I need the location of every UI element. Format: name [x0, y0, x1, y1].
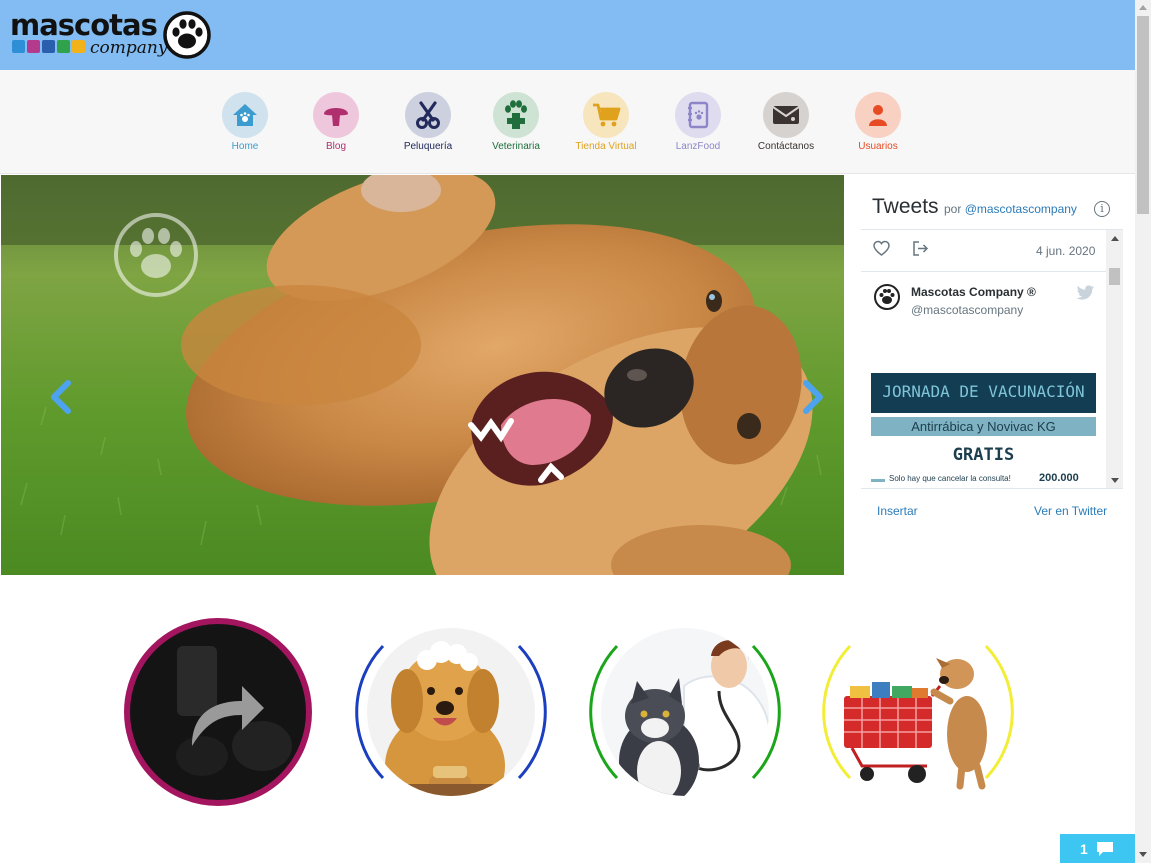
- nav-label: Usuarios: [858, 141, 898, 152]
- carousel-prev-arrow[interactable]: [49, 380, 73, 414]
- main-nav: Home Blog Peluquería Veterinaria Tienda …: [0, 70, 1135, 174]
- scroll-down-arrow[interactable]: [1111, 478, 1119, 483]
- grooming-tile: [355, 628, 547, 796]
- timeline-by-prefix: por: [944, 202, 962, 216]
- nav-label: Contáctanos: [757, 141, 815, 152]
- share-icon[interactable]: [912, 240, 929, 257]
- logo[interactable]: mascotas company: [10, 8, 215, 64]
- embed-link[interactable]: Insertar: [877, 504, 918, 518]
- media-free: GRATIS: [952, 445, 1015, 465]
- carousel-next-arrow[interactable]: [801, 380, 825, 414]
- timeline-handle-link[interactable]: @mascotascompany: [965, 202, 1077, 216]
- twitter-bird-icon[interactable]: [1077, 285, 1095, 300]
- twitter-timeline: Tweets por @mascotascompany i 4 jun. 202…: [861, 185, 1123, 525]
- tweet-media-image[interactable]: JORNADA DE VACUNACIÓN Antirrábica y Novi…: [871, 373, 1096, 488]
- nav-label: Blog: [325, 141, 346, 152]
- logo-pet-tiles: [12, 40, 85, 53]
- hero-carousel[interactable]: [1, 175, 844, 575]
- dog-photo: [1, 175, 844, 575]
- media-sub: Antirrábica y Novivac KG: [911, 419, 1056, 434]
- notebook-icon: [675, 92, 721, 138]
- chat-bubble-icon: [1096, 841, 1113, 856]
- scroll-down-arrow[interactable]: [1139, 852, 1147, 857]
- envelope-icon: [763, 92, 809, 138]
- user-icon: [855, 92, 901, 138]
- shop-tile: [822, 628, 1014, 796]
- nav-item-blog[interactable]: Blog: [296, 92, 376, 152]
- nav-label: Peluquería: [403, 141, 453, 152]
- timeline-author: por @mascotascompany: [944, 202, 1077, 216]
- nav-item-veterinaria[interactable]: Veterinaria: [476, 92, 556, 152]
- paw-logo-icon: [163, 11, 211, 59]
- media-price: 200.000: [1039, 472, 1079, 484]
- nav-label: Home: [231, 141, 259, 152]
- nav-label: LanzFood: [675, 141, 721, 152]
- top-bar: mascotas company: [0, 0, 1135, 70]
- house-paw-icon: [222, 92, 268, 138]
- chat-button[interactable]: 1: [1060, 834, 1135, 863]
- vet-tile: [589, 628, 781, 796]
- heart-icon[interactable]: [873, 240, 890, 257]
- service-circle-shop[interactable]: [822, 616, 1014, 808]
- chat-count: 1: [1080, 840, 1088, 857]
- nav-item-lanzfood[interactable]: LanzFood: [658, 92, 738, 152]
- tweet-list[interactable]: 4 jun. 2020 Mascotas Company ® @mascotas…: [861, 229, 1123, 489]
- timeline-title: Tweets: [872, 195, 939, 218]
- avatar[interactable]: [874, 284, 900, 310]
- paw-cross-icon: [493, 92, 539, 138]
- logo-word: mascotas: [10, 8, 158, 42]
- tweet-author-name[interactable]: Mascotas Company ®: [911, 285, 1036, 299]
- nav-item-usuarios[interactable]: Usuarios: [838, 92, 918, 152]
- tweet-list-scrollbar[interactable]: [1106, 230, 1123, 488]
- nav-item-home[interactable]: Home: [205, 92, 285, 152]
- tweet-date[interactable]: 4 jun. 2020: [1036, 244, 1095, 258]
- nav-item-contactanos[interactable]: Contáctanos: [746, 92, 826, 152]
- page: mascotas company Home Blog Peluquería Ve…: [0, 0, 1151, 863]
- scroll-thumb[interactable]: [1109, 268, 1120, 285]
- scroll-thumb[interactable]: [1137, 16, 1149, 214]
- info-icon[interactable]: i: [1094, 201, 1110, 217]
- media-title: JORNADA DE VACUNACIÓN: [882, 382, 1085, 401]
- cart-icon: [583, 92, 629, 138]
- divider: [861, 271, 1107, 272]
- logo-sub: company: [90, 38, 168, 58]
- scissors-icon: [405, 92, 451, 138]
- scroll-up-arrow[interactable]: [1111, 236, 1119, 241]
- nav-item-tienda-virtual[interactable]: Tienda Virtual: [566, 92, 646, 152]
- service-circle-share[interactable]: [122, 616, 314, 808]
- service-circle-vet[interactable]: [589, 616, 781, 808]
- nav-label: Tienda Virtual: [575, 141, 637, 152]
- page-scrollbar[interactable]: [1135, 0, 1151, 863]
- service-circle-grooming[interactable]: [355, 616, 547, 808]
- media-dash: [871, 479, 885, 482]
- scroll-up-arrow[interactable]: [1139, 5, 1147, 10]
- nav-label: Veterinaria: [492, 141, 540, 152]
- share-tile: [124, 618, 312, 806]
- view-on-twitter-link[interactable]: Ver en Twitter: [1034, 504, 1107, 518]
- mushroom-icon: [313, 92, 359, 138]
- media-note: Solo hay que cancelar la consulta!: [889, 474, 1011, 483]
- tweet-author-handle[interactable]: @mascotascompany: [911, 303, 1023, 317]
- nav-item-peluqueria[interactable]: Peluquería: [388, 92, 468, 152]
